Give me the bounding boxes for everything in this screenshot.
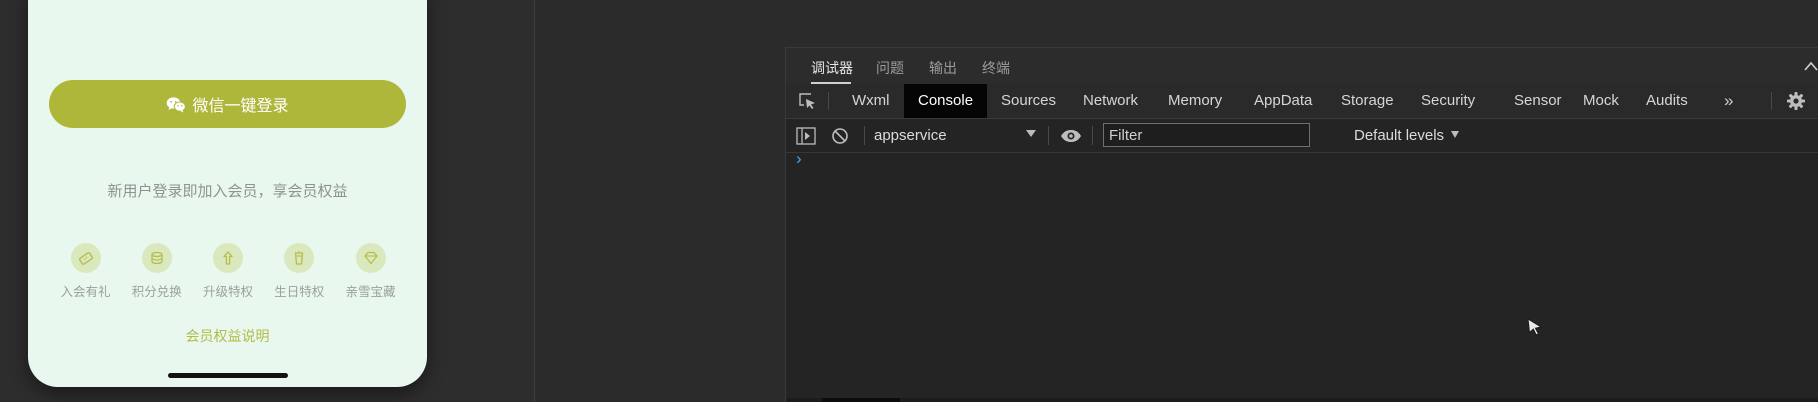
toolbar-separator — [1771, 92, 1772, 110]
wechat-icon — [167, 96, 187, 112]
tab-network[interactable]: Network — [1083, 84, 1138, 118]
benefit-item-welcome-gift[interactable]: 入会有礼 — [50, 243, 121, 300]
context-select[interactable]: appservice — [874, 119, 1036, 152]
sidebar-toggle-icon[interactable] — [796, 127, 816, 145]
tab-appdata[interactable]: AppData — [1254, 84, 1312, 118]
eye-icon[interactable] — [1060, 129, 1082, 143]
mouse-pointer-icon — [1527, 318, 1543, 336]
member-rules-link[interactable]: 会员权益说明 — [28, 326, 427, 346]
log-levels-dropdown[interactable]: Default levels — [1354, 119, 1444, 152]
wechat-login-button[interactable]: 微信一键登录 — [49, 80, 406, 128]
bottom-scrollbar-track — [786, 398, 1818, 402]
toolbar-separator — [1092, 126, 1093, 145]
promo-text: 新用户登录即加入会员，享会员权益 — [107, 183, 348, 200]
benefit-label: 亲雪宝藏 — [345, 285, 396, 299]
home-indicator — [168, 373, 288, 378]
tab-memory[interactable]: Memory — [1168, 84, 1222, 118]
console-prompt: › — [796, 149, 802, 168]
tab-issues[interactable]: 问题 — [876, 58, 904, 78]
tab-console[interactable]: Console — [904, 84, 988, 118]
benefit-item-birthday-privilege[interactable]: 生日特权 — [264, 243, 335, 300]
benefit-list: 入会有礼 积分兑换 升级特权 生日特权 亲雪宝藏 — [50, 243, 406, 300]
tab-debugger[interactable]: 调试器 — [811, 58, 853, 78]
tab-sensor[interactable]: Sensor — [1514, 84, 1562, 118]
tab-mock[interactable]: Mock — [1583, 84, 1619, 118]
tab-storage[interactable]: Storage — [1341, 84, 1394, 118]
console-output[interactable]: › — [786, 149, 1818, 402]
login-button-label: 微信一键登录 — [192, 98, 289, 115]
chevron-down-icon — [1451, 131, 1459, 138]
simulator-area: 微信一键登录 新用户登录即加入会员，享会员权益 入会有礼 积分兑换 升级特权 生… — [0, 0, 534, 402]
coin-stack-icon — [151, 251, 163, 265]
toolbar-separator — [828, 92, 829, 110]
toolbar-separator — [864, 126, 865, 145]
bottom-scrollbar-thumb[interactable] — [822, 398, 900, 402]
chevron-down-icon — [1026, 130, 1036, 137]
chevron-up-icon[interactable] — [1803, 60, 1818, 72]
gift-cup-icon — [295, 251, 304, 265]
editor-placeholder-area — [535, 0, 785, 402]
benefit-label: 积分兑换 — [131, 285, 182, 299]
upgrade-arrow-icon — [223, 251, 233, 265]
phone-screen: 微信一键登录 新用户登录即加入会员，享会员权益 入会有礼 积分兑换 升级特权 生… — [28, 0, 427, 387]
tab-security[interactable]: Security — [1421, 84, 1475, 118]
context-select-value: appservice — [874, 127, 947, 144]
benefit-label: 升级特权 — [202, 285, 253, 299]
tab-terminal[interactable]: 终端 — [982, 58, 1010, 78]
benefit-item-upgrade-privilege[interactable]: 升级特权 — [193, 243, 264, 300]
gear-icon[interactable] — [1786, 91, 1806, 111]
more-tabs-icon[interactable]: » — [1724, 91, 1733, 111]
benefit-item-treasure[interactable]: 亲雪宝藏 — [335, 243, 406, 300]
tab-output[interactable]: 输出 — [929, 58, 957, 78]
tab-sources[interactable]: Sources — [1001, 84, 1056, 118]
diamond-icon — [363, 251, 378, 265]
tab-audits[interactable]: Audits — [1646, 84, 1688, 118]
tab-wxml[interactable]: Wxml — [852, 84, 890, 118]
filter-input[interactable] — [1103, 123, 1310, 147]
console-toolbar: appservice Default levels — [786, 119, 1818, 153]
toolbar-separator — [1048, 126, 1049, 145]
ticket-icon — [78, 252, 93, 265]
devtools-tool-tabs: Wxml Console Sources Network Memory AppD… — [786, 84, 1818, 119]
benefit-item-points-exchange[interactable]: 积分兑换 — [121, 243, 192, 300]
devtools-panel: 调试器 问题 输出 终端 Wxml Console Sources Networ… — [785, 47, 1818, 402]
devtools-top-tabs: 调试器 问题 输出 终端 — [786, 47, 1818, 85]
clear-console-icon[interactable] — [831, 127, 849, 145]
benefit-label: 生日特权 — [274, 285, 325, 299]
benefit-label: 入会有礼 — [60, 285, 111, 299]
inspect-element-icon[interactable] — [798, 92, 817, 110]
